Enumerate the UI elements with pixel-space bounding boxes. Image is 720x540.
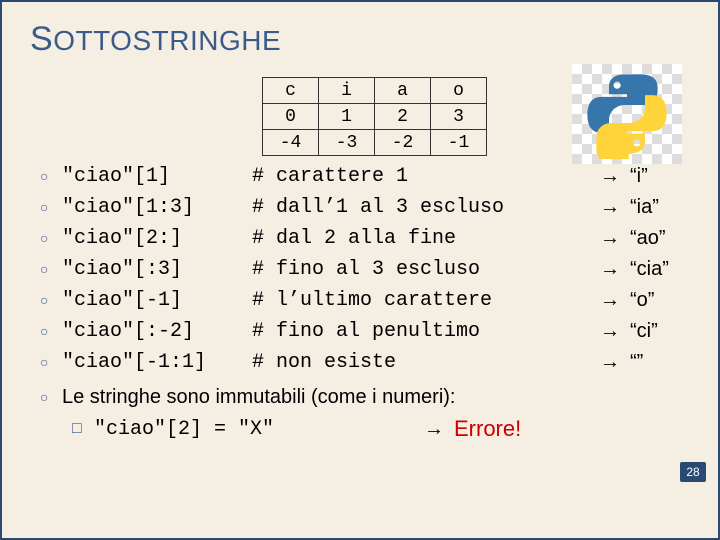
table-cell: 3 xyxy=(431,104,487,130)
slide: SOTTOSTRINGHE c i a o 0 1 2 3 -4 -3 -2 -… xyxy=(0,0,720,540)
arrow-icon: → xyxy=(600,195,630,220)
table-cell: -1 xyxy=(431,130,487,156)
code-expression: "ciao"[1:3] xyxy=(62,195,252,220)
bullet-icon: ○ xyxy=(40,261,62,279)
python-logo xyxy=(572,64,682,164)
result-text: “” xyxy=(630,350,690,375)
result-text: “ia” xyxy=(630,195,690,220)
table-row: 0 1 2 3 xyxy=(263,104,487,130)
code-comment: # l’ultimo carattere xyxy=(252,288,600,313)
code-expression: "ciao"[-1:1] xyxy=(62,350,252,375)
code-expression: "ciao"[2] = "X" xyxy=(94,418,424,441)
result-text: “i” xyxy=(630,164,690,189)
bullet-icon: ○ xyxy=(40,389,62,407)
page-title: SOTTOSTRINGHE xyxy=(30,20,690,59)
page-number: 28 xyxy=(680,462,706,482)
list-item: ○ "ciao"[-1] # l’ultimo carattere → “o” xyxy=(40,288,690,313)
code-expression: "ciao"[1] xyxy=(62,164,252,189)
list-item: ○ "ciao"[-1:1] # non esiste → “” xyxy=(40,350,690,375)
examples-list: ○ "ciao"[1] # carattere 1 → “i” ○ "ciao"… xyxy=(40,164,690,442)
arrow-icon: → xyxy=(600,288,630,313)
index-table: c i a o 0 1 2 3 -4 -3 -2 -1 xyxy=(262,77,487,156)
table-cell: 1 xyxy=(319,104,375,130)
list-item: ○ "ciao"[1:3] # dall’1 al 3 escluso → “i… xyxy=(40,195,690,220)
list-item: ○ "ciao"[1] # carattere 1 → “i” xyxy=(40,164,690,189)
table-cell: -2 xyxy=(375,130,431,156)
result-text: “ci” xyxy=(630,319,690,344)
table-cell: 0 xyxy=(263,104,319,130)
table-row: -4 -3 -2 -1 xyxy=(263,130,487,156)
title-rest: OTTOSTRINGHE xyxy=(53,25,281,56)
table-row: c i a o xyxy=(263,78,487,104)
code-comment: # non esiste xyxy=(252,350,600,375)
table-cell: c xyxy=(263,78,319,104)
table-cell: a xyxy=(375,78,431,104)
code-expression: "ciao"[-1] xyxy=(62,288,252,313)
table-cell: i xyxy=(319,78,375,104)
bullet-icon: ○ xyxy=(40,354,62,372)
code-expression: "ciao"[2:] xyxy=(62,226,252,251)
code-comment: # fino al 3 escluso xyxy=(252,257,600,282)
bullet-icon: ○ xyxy=(40,230,62,248)
code-expression: "ciao"[:-2] xyxy=(62,319,252,344)
list-item: ○ "ciao"[:-2] # fino al penultimo → “ci” xyxy=(40,319,690,344)
page-number-value: 28 xyxy=(686,465,699,479)
code-comment: # dall’1 al 3 escluso xyxy=(252,195,600,220)
arrow-icon: → xyxy=(600,226,630,251)
code-comment: # fino al penultimo xyxy=(252,319,600,344)
sub-list-item: □ "ciao"[2] = "X" → Errore! xyxy=(72,416,690,442)
table-cell: o xyxy=(431,78,487,104)
error-text: Errore! xyxy=(454,416,521,442)
arrow-icon: → xyxy=(600,257,630,282)
table-cell: -4 xyxy=(263,130,319,156)
box-bullet-icon: □ xyxy=(72,420,94,438)
result-text: “cia” xyxy=(630,257,690,282)
list-item: ○ "ciao"[2:] # dal 2 alla fine → “ao” xyxy=(40,226,690,251)
list-item: ○ "ciao"[:3] # fino al 3 escluso → “cia” xyxy=(40,257,690,282)
arrow-icon: → xyxy=(600,319,630,344)
code-comment: # dal 2 alla fine xyxy=(252,226,600,251)
table-cell: 2 xyxy=(375,104,431,130)
arrow-icon: → xyxy=(600,350,630,375)
bullet-icon: ○ xyxy=(40,323,62,341)
bullet-icon: ○ xyxy=(40,168,62,186)
python-logo-icon xyxy=(582,69,672,159)
code-comment: # carattere 1 xyxy=(252,164,600,189)
list-item: ○ Le stringhe sono immutabili (come i nu… xyxy=(40,385,690,410)
bullet-icon: ○ xyxy=(40,199,62,217)
result-text: “ao” xyxy=(630,226,690,251)
table-cell: -3 xyxy=(319,130,375,156)
arrow-icon: → xyxy=(600,164,630,189)
result-text: “o” xyxy=(630,288,690,313)
arrow-icon: → xyxy=(424,418,454,441)
title-first-letter: S xyxy=(30,20,53,58)
code-expression: "ciao"[:3] xyxy=(62,257,252,282)
bullet-icon: ○ xyxy=(40,292,62,310)
note-text: Le stringhe sono immutabili (come i nume… xyxy=(62,385,456,410)
